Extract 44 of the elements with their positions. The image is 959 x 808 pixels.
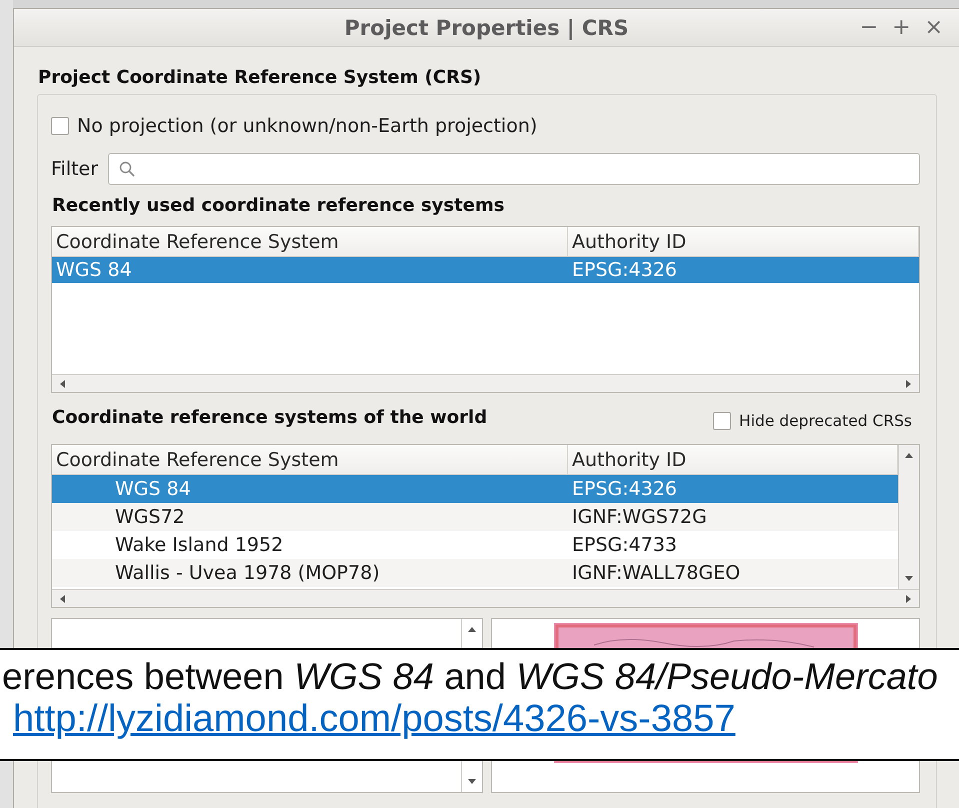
table-cell-text: Wallis - Uvea 1978 (MOP78): [114, 561, 381, 586]
scroll-right-icon[interactable]: [903, 594, 913, 604]
vertical-scrollbar[interactable]: [898, 445, 919, 589]
table-row[interactable]: WGS 84 EPSG:4326: [52, 257, 919, 283]
checkbox-label: Hide deprecated CRSs: [739, 412, 912, 430]
section-title: Recently used coordinate reference systems: [52, 195, 506, 216]
table-cell-text: EPSG:4326: [571, 477, 678, 502]
section-title: Project Coordinate Reference System (CRS): [38, 67, 482, 88]
table-cell-text: Wake Island 1952: [114, 533, 284, 558]
scroll-left-icon[interactable]: [58, 594, 68, 604]
caption-text: erences between WGS 84 and WGS 84/Pseudo-Mercato: [1, 655, 939, 698]
scroll-up-icon[interactable]: [904, 451, 914, 461]
table-cell-text: IGNF:WALL78GEO: [571, 561, 742, 586]
table-row[interactable]: Wallis - Uvea 1978 (MOP78) IGNF:WALL78GEO: [52, 559, 898, 587]
window-control[interactable]: ×: [922, 15, 945, 40]
column-header[interactable]: Authority ID: [568, 227, 919, 256]
table-cell-text: WGS72: [114, 505, 186, 530]
window-control[interactable]: +: [890, 15, 913, 40]
horizontal-scrollbar[interactable]: [52, 589, 919, 607]
scroll-up-icon[interactable]: [467, 625, 477, 635]
table-cell-text: IGNF:WGS72G: [571, 505, 708, 530]
table-row[interactable]: WGS 84 EPSG:4326: [52, 475, 898, 503]
window-title: Project Properties | CRS: [344, 16, 629, 40]
section-title: Coordinate reference systems of the world: [52, 407, 488, 428]
source-link[interactable]: http://lyzidiamond.com/posts/4326-vs-3857: [13, 698, 736, 741]
checkbox[interactable]: [713, 412, 732, 430]
filter-field[interactable]: [108, 153, 920, 185]
column-header[interactable]: Coordinate Reference System: [52, 445, 568, 474]
checkbox[interactable]: [51, 117, 69, 135]
scroll-down-icon[interactable]: [467, 776, 477, 786]
table-cell-text: EPSG:4326: [571, 258, 678, 283]
table-cell-text: WGS 84: [114, 477, 192, 502]
table-cell-text: WGS 84: [55, 258, 133, 283]
scroll-right-icon[interactable]: [903, 378, 913, 388]
scroll-left-icon[interactable]: [58, 378, 68, 388]
table-cell-text: EPSG:4733: [571, 533, 678, 558]
window-control[interactable]: −: [858, 15, 880, 40]
scroll-down-icon[interactable]: [904, 573, 914, 583]
column-header[interactable]: Coordinate Reference System: [52, 227, 568, 256]
filter-label: Filter: [51, 158, 98, 180]
checkbox-label: No projection (or unknown/non-Earth projection): [77, 115, 538, 137]
table-row[interactable]: WGS72 IGNF:WGS72G: [52, 503, 898, 531]
horizontal-scrollbar[interactable]: [52, 374, 919, 392]
search-icon: [119, 161, 136, 177]
